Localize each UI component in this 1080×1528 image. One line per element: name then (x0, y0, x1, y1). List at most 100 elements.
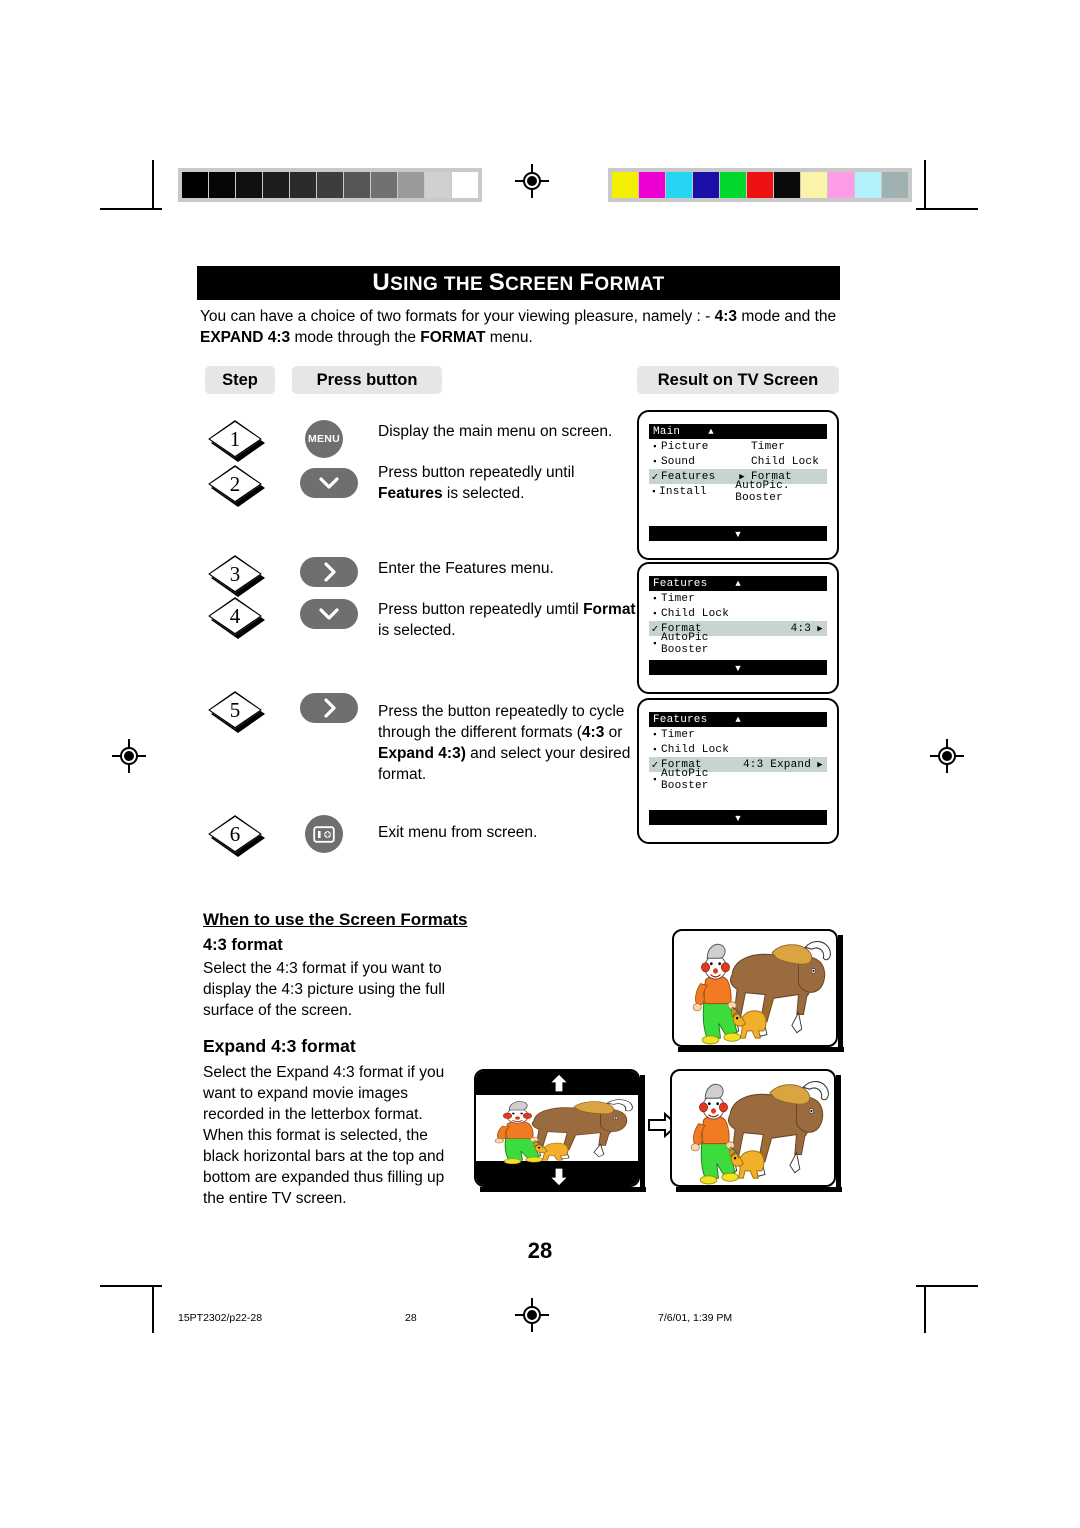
osd-row-label: Timer (661, 728, 696, 741)
menu-button[interactable]: MENU (305, 420, 343, 458)
crop-line-left-vert (152, 160, 154, 208)
step-number-label: 4 (229, 603, 241, 628)
osd-row-arrow-icon: ▶ (817, 759, 823, 770)
step-text-bold: 4:3 (581, 724, 605, 741)
step-text-b: is selected. (378, 622, 456, 639)
chevron-right-icon (324, 698, 336, 718)
osd-row[interactable]: ▪ Child Lock (649, 606, 827, 621)
footer-doc-id: 15PT2302/p22-28 (178, 1312, 263, 1324)
osd-scroll-down-bar[interactable]: ▼ (649, 660, 827, 675)
step-text-b: is selected. (442, 485, 525, 502)
osd-panel: Features ▲ ▪ Timer ▪ Child Lock ✓ Format 4:3 ▶ ▪ Au… (649, 576, 827, 656)
intro-text-2: mode and the (737, 308, 837, 325)
osd-row[interactable]: ▪ Picture Timer (649, 439, 827, 454)
osd-bullet-icon: ▪ (652, 744, 658, 755)
color-swatch-7 (801, 172, 827, 198)
page-title-text-3: ORMAT (594, 274, 665, 295)
paragraph-43-format: Select the 4:3 format if you want to dis… (203, 960, 446, 1019)
osd-row[interactable]: ▪ Sound Child Lock (649, 454, 827, 469)
column-header-press-button: Press button (292, 366, 442, 394)
page-title-text-2: CREEN (505, 274, 580, 295)
expand-arrow-up-icon (548, 1073, 570, 1093)
osd-row-label: AutoPic Booster (661, 767, 709, 792)
bottom-heading: When to use the Screen Formats (203, 910, 468, 929)
osd-menu-title: Main (653, 425, 681, 438)
chevron-down-icon[interactable] (300, 599, 358, 629)
chevron-right-icon[interactable] (300, 693, 358, 723)
grayscale-swatch-8 (398, 172, 424, 198)
tv-screen-1: Main ▲ ▪ Picture Timer ▪ Sound Child Lock ✓ Featu… (637, 410, 839, 560)
osd-row[interactable]: ▪ Child Lock (649, 742, 827, 757)
osd-scroll-up-icon: ▲ (735, 578, 742, 589)
osd-row-label: Sound (661, 455, 696, 468)
grayscale-swatch-7 (371, 172, 397, 198)
expand-arrow-down-icon (548, 1167, 570, 1185)
osd-bullet-icon: ▪ (652, 638, 658, 649)
osd-row[interactable]: ▪ AutoPic Booster (649, 632, 827, 656)
color-swatch-1 (639, 172, 665, 198)
grayscale-swatch-10 (452, 172, 478, 198)
picture-43-shadow (678, 1047, 844, 1052)
subheading-43-format: 4:3 format (203, 936, 283, 954)
osd-bullet-icon: ▪ (652, 593, 658, 604)
step-instruction-5: Press the button repeatedly to cycle thr… (378, 701, 643, 785)
intro-paragraph: You can have a choice of two formats for… (200, 306, 840, 348)
osd-checkmark-icon: ✓ (651, 623, 659, 636)
osd-row[interactable]: ▪ Timer (649, 727, 827, 742)
step-text-a: Enter the Features menu. (378, 560, 554, 577)
osd-bullet-icon: ▪ (651, 486, 657, 497)
color-swatch-2 (666, 172, 692, 198)
osd-row-arrow-icon: ▶ (817, 623, 823, 634)
intro-bold-43: 4:3 (714, 308, 738, 325)
step-number-label: 2 (229, 471, 241, 496)
osd-row[interactable]: ▪ Install AutoPic. Booster (649, 480, 827, 504)
osd-row-label: Install (659, 485, 707, 498)
intro-bold-expand: EXPAND 4:3 (200, 329, 291, 346)
color-swatch-9 (855, 172, 881, 198)
chevron-down-icon (319, 608, 339, 620)
osd-bullet-icon: ▪ (652, 608, 658, 619)
chevron-right-icon[interactable] (300, 557, 358, 587)
color-calibration-bar (608, 168, 912, 202)
color-swatch-5 (747, 172, 773, 198)
osd-row-label: Picture (661, 440, 709, 453)
page-number: 28 (527, 1238, 553, 1263)
picture-expanded-shadow (676, 1187, 842, 1192)
osd-row-label: Timer (661, 592, 696, 605)
osd-scroll-down-bar[interactable]: ▼ (649, 526, 827, 541)
step-instruction-6: Exit menu from screen. (378, 822, 643, 843)
step-number-6: 6 (208, 815, 265, 857)
picture-letterbox-source (474, 1069, 640, 1187)
footer-page: 28 (405, 1312, 417, 1324)
picture-expanded-shadow-side (836, 1075, 841, 1192)
chevron-down-icon[interactable] (300, 468, 358, 498)
page-title-cap-u: U (372, 269, 391, 296)
osd-row-label: Child Lock (661, 743, 730, 756)
cartoon-illustration (494, 1099, 633, 1165)
osd-scroll-up-icon: ▲ (708, 426, 714, 437)
registration-mark-left (112, 739, 146, 773)
step-number-2: 2 (208, 465, 265, 507)
grayscale-swatch-6 (344, 172, 370, 198)
step-text-bold: Features (378, 485, 443, 502)
step-text-b: or (604, 724, 623, 741)
intro-text-3: mode through the (290, 329, 421, 346)
tv-screen-3: Features ▲ ▪ Timer ▪ Child Lock ✓ Format 4:3 Exp… (637, 698, 839, 844)
osd-row[interactable]: ▪ AutoPic Booster (649, 768, 827, 792)
chevron-right-icon (324, 562, 336, 582)
info-exit-icon[interactable] (305, 815, 343, 853)
registration-mark-top (515, 164, 549, 198)
cartoon-illustration (692, 941, 831, 1045)
color-swatch-0 (612, 172, 638, 198)
step-number-1: 1 (208, 420, 265, 462)
color-swatch-10 (882, 172, 908, 198)
osd-scroll-down-bar[interactable]: ▼ (649, 810, 827, 825)
osd-row-second-column: Child Lock (751, 455, 820, 468)
step-number-5: 5 (208, 691, 265, 733)
osd-bullet-icon: ▪ (652, 441, 658, 452)
osd-row[interactable]: ▪ Timer (649, 591, 827, 606)
intro-text-1: You can have a choice of two formats for… (200, 308, 715, 325)
picture-expanded-result (670, 1069, 836, 1187)
osd-menu-title: Features (653, 713, 708, 726)
page-title-cap-f: F (579, 269, 595, 296)
